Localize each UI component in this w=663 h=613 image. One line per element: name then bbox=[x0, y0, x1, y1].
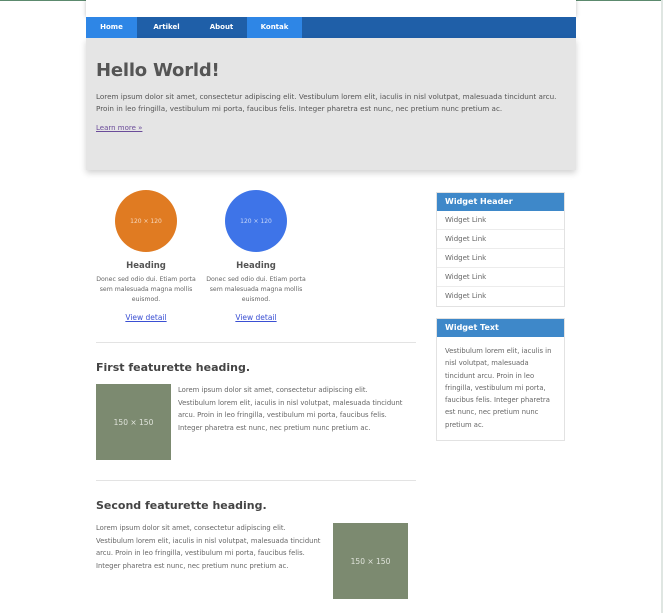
top-bar bbox=[86, 0, 576, 17]
nav-about[interactable]: About bbox=[196, 17, 247, 38]
feature-column-1: 120 × 120 Heading Donec sed odio dui. Et… bbox=[91, 190, 201, 324]
feature-column-2: 120 × 120 Heading Donec sed odio dui. Et… bbox=[201, 190, 311, 324]
feature-text: Donec sed odio dui. Etiam porta sem male… bbox=[206, 276, 306, 303]
page-header: Home Artikel About Kontak Hello World! L… bbox=[86, 0, 576, 170]
widget-link[interactable]: Widget Link bbox=[437, 287, 564, 306]
featurette-1-text: Lorem ipsum dolor sit amet, consectetur … bbox=[178, 386, 403, 432]
widget-link[interactable]: Widget Link bbox=[437, 268, 564, 287]
feature-image-blue: 120 × 120 bbox=[225, 190, 287, 252]
section-divider bbox=[96, 480, 416, 481]
widget-text-title: Widget Text bbox=[437, 319, 564, 337]
feature-heading: Heading bbox=[126, 261, 166, 271]
widget-link[interactable]: Widget Link bbox=[437, 230, 564, 249]
feature-heading: Heading bbox=[236, 261, 276, 271]
widget-link[interactable]: Widget Link bbox=[437, 211, 564, 230]
feature-image-orange: 120 × 120 bbox=[115, 190, 177, 252]
featurette-2-image: 150 × 150 bbox=[333, 523, 408, 599]
featurette-2-text: Lorem ipsum dolor sit amet, consectetur … bbox=[96, 524, 321, 570]
hero-jumbotron: Hello World! Lorem ipsum dolor sit amet,… bbox=[86, 38, 576, 170]
main-nav: Home Artikel About Kontak bbox=[86, 17, 576, 38]
view-detail-link[interactable]: View detail bbox=[125, 313, 166, 322]
widget-links-panel: Widget Header Widget Link Widget Link Wi… bbox=[436, 192, 565, 307]
widget-header-title: Widget Header bbox=[437, 193, 564, 211]
nav-home[interactable]: Home bbox=[86, 17, 137, 38]
widget-text-body: Vestibulum lorem elit, iaculis in nisl v… bbox=[445, 347, 552, 429]
hero-body: Lorem ipsum dolor sit amet, consectetur … bbox=[96, 92, 557, 113]
widget-text-panel: Widget Text Vestibulum lorem elit, iacul… bbox=[436, 318, 565, 442]
learn-more-link[interactable]: Learn more » bbox=[96, 124, 142, 132]
section-divider bbox=[96, 342, 416, 343]
featurette-1-image: 150 × 150 bbox=[96, 384, 171, 460]
featurette-1-title: First featurette heading. bbox=[96, 361, 251, 374]
nav-artikel[interactable]: Artikel bbox=[137, 17, 196, 38]
featurette-2-title: Second featurette heading. bbox=[96, 499, 267, 512]
feature-text: Donec sed odio dui. Etiam porta sem male… bbox=[96, 276, 196, 303]
nav-kontak[interactable]: Kontak bbox=[247, 17, 302, 38]
hero-title: Hello World! bbox=[96, 60, 220, 81]
view-detail-link[interactable]: View detail bbox=[235, 313, 276, 322]
widget-link[interactable]: Widget Link bbox=[437, 249, 564, 268]
